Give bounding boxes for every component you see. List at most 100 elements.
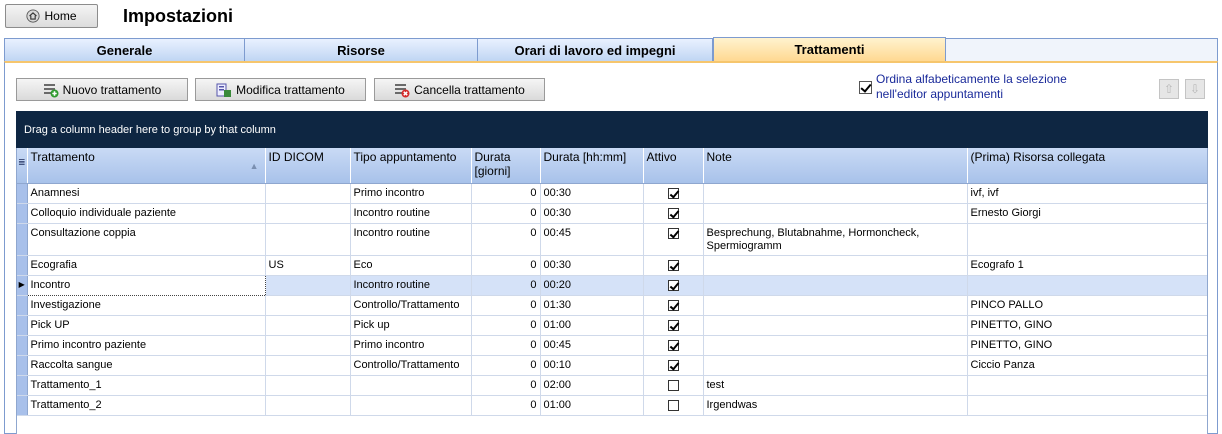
cell-duration[interactable]: 00:10 [540,355,644,376]
cell-type[interactable]: Incontro routine [350,275,472,296]
cell-name[interactable]: Incontro [26,274,266,296]
table-row[interactable]: Colloquio individuale paziente Incontro r… [17,203,1207,224]
row-selector[interactable]: ▶ [17,275,28,296]
cell-duration[interactable]: 00:30 [540,255,644,276]
table-row[interactable]: Trattamento_1 0 02:00 test [17,375,1207,396]
cell-attivo[interactable] [643,335,704,356]
cell-resource[interactable]: Ecografo 1 [967,255,1207,276]
cell-attivo[interactable] [643,255,704,276]
active-checkbox[interactable] [667,228,679,240]
cell-dicom[interactable]: US [265,255,351,276]
cell-name[interactable]: Investigazione [27,295,266,316]
cell-name[interactable]: Primo incontro paziente [27,335,266,356]
cell-note[interactable] [703,355,968,376]
cell-duration[interactable]: 00:45 [540,223,644,256]
home-button[interactable]: Home [5,4,98,28]
cell-duration[interactable]: 01:00 [540,395,644,416]
cell-type[interactable]: Controllo/Trattamento [350,355,472,376]
cell-resource[interactable]: PINETTO, GINO [967,335,1207,356]
table-row[interactable]: ▶ Incontro Incontro routine 0 00:20 [17,274,1207,296]
cell-note[interactable] [703,255,968,276]
cell-attivo[interactable] [643,223,704,256]
cell-days[interactable]: 0 [471,335,541,356]
row-selector[interactable] [17,375,28,396]
active-checkbox[interactable] [667,300,679,312]
edit-treatment-button[interactable]: Modifica trattamento [195,78,366,101]
cell-attivo[interactable] [643,315,704,336]
cell-dicom[interactable] [265,395,351,416]
active-checkbox[interactable] [667,360,679,372]
row-selector[interactable] [17,203,28,224]
cell-resource[interactable]: PINETTO, GINO [967,315,1207,336]
cell-type[interactable] [350,375,472,396]
cell-type[interactable]: Incontro routine [350,203,472,224]
cell-resource[interactable]: ivf, ivf [967,183,1207,204]
cell-type[interactable]: Primo incontro [350,335,472,356]
col-header-risorsa[interactable]: (Prima) Risorsa collegata [967,148,1207,184]
cell-days[interactable]: 0 [471,223,541,256]
sort-alpha-option[interactable]: Ordina alfabeticamente la selezione nell… [859,72,1099,102]
cell-attivo[interactable] [643,183,704,204]
cell-duration[interactable]: 00:45 [540,335,644,356]
cell-days[interactable]: 0 [471,315,541,336]
cell-note[interactable] [703,315,968,336]
cell-days[interactable]: 0 [471,295,541,316]
cell-days[interactable]: 0 [471,275,541,296]
active-checkbox[interactable] [667,260,679,272]
cell-days[interactable]: 0 [471,375,541,396]
cell-dicom[interactable] [265,335,351,356]
active-checkbox[interactable] [667,280,679,292]
active-checkbox[interactable] [667,400,679,412]
cell-duration[interactable]: 02:00 [540,375,644,396]
cell-attivo[interactable] [643,203,704,224]
tab-generale[interactable]: Generale [5,39,245,63]
row-selector[interactable] [17,395,28,416]
active-checkbox[interactable] [667,188,679,200]
row-selector[interactable] [17,255,28,276]
cell-name[interactable]: Ecografia [27,255,266,276]
move-up-button[interactable]: ⇧ [1159,79,1179,99]
cell-name[interactable]: Trattamento_1 [27,375,266,396]
cell-days[interactable]: 0 [471,203,541,224]
active-checkbox[interactable] [667,340,679,352]
group-by-panel[interactable]: Drag a column header here to group by th… [16,111,1208,148]
sort-alpha-checkbox[interactable] [859,81,872,94]
table-row[interactable]: Consultazione coppia Incontro routine 0 00:… [17,223,1207,256]
cell-days[interactable]: 0 [471,355,541,376]
col-header-id-dicom[interactable]: ID DICOM [265,148,351,184]
cell-type[interactable]: Controllo/Trattamento [350,295,472,316]
col-header-note[interactable]: Note [703,148,968,184]
cell-days[interactable]: 0 [471,395,541,416]
col-header-attivo[interactable]: Attivo [643,148,704,184]
cell-days[interactable]: 0 [471,183,541,204]
cell-dicom[interactable] [265,295,351,316]
tab-risorse[interactable]: Risorse [245,39,478,63]
cell-attivo[interactable] [643,295,704,316]
table-row[interactable]: Primo incontro paziente Primo incontro 0 00… [17,335,1207,356]
cell-name[interactable]: Consultazione coppia [27,223,266,256]
cell-duration[interactable]: 00:30 [540,183,644,204]
cell-note[interactable] [703,295,968,316]
cell-note[interactable] [703,275,968,296]
cell-attivo[interactable] [643,395,704,416]
cell-resource[interactable] [967,223,1207,256]
cell-days[interactable]: 0 [471,255,541,276]
cell-duration[interactable]: 01:30 [540,295,644,316]
row-selector[interactable] [17,355,28,376]
cell-note[interactable] [703,203,968,224]
cell-type[interactable]: Incontro routine [350,223,472,256]
cell-dicom[interactable] [265,223,351,256]
cell-resource[interactable]: Ciccio Panza [967,355,1207,376]
cell-note[interactable] [703,183,968,204]
row-selector[interactable] [17,335,28,356]
cell-resource[interactable] [967,375,1207,396]
cell-type[interactable]: Primo incontro [350,183,472,204]
cell-name[interactable]: Pick UP [27,315,266,336]
cell-note[interactable]: Irgendwas [703,395,968,416]
cell-dicom[interactable] [265,315,351,336]
cell-duration[interactable]: 01:00 [540,315,644,336]
column-chooser[interactable]: ≣ [17,148,28,184]
cell-note[interactable]: Besprechung, Blutabnahme, Hormoncheck, S… [703,223,968,256]
cell-dicom[interactable] [265,275,351,296]
active-checkbox[interactable] [667,320,679,332]
